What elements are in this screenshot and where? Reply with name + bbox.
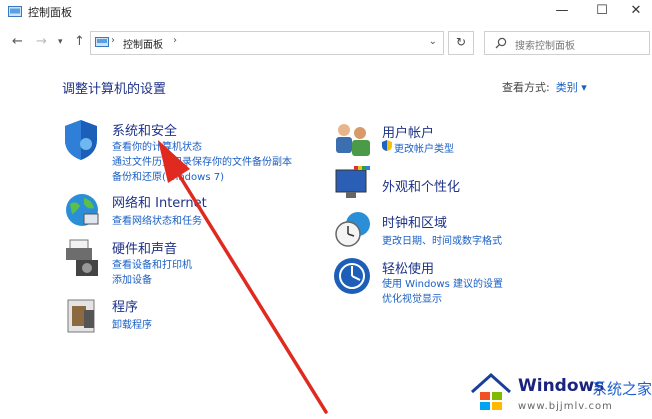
annotation-arrow xyxy=(158,140,328,414)
watermark: Windows 系统之家 www.bjjmlv.com xyxy=(466,370,652,419)
watermark-site-name: 系统之家 xyxy=(592,380,652,398)
windows-logo-house-icon xyxy=(470,372,512,410)
watermark-url: www.bjjmlv.com xyxy=(518,401,613,412)
